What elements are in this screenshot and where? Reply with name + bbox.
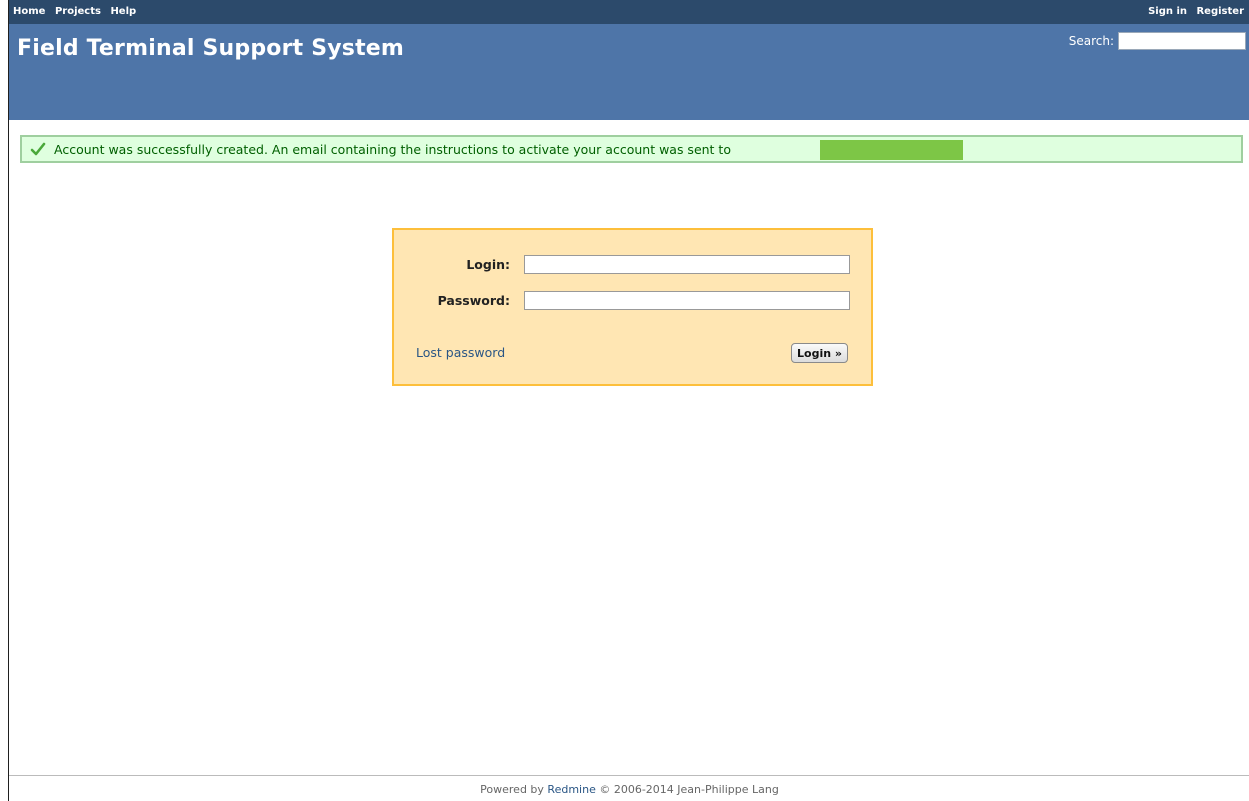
menu-projects-link[interactable]: Projects: [55, 6, 101, 17]
login-form: Login: Password: Lost password Login »: [392, 228, 873, 386]
search-input[interactable]: [1118, 32, 1246, 50]
menu-help-link[interactable]: Help: [110, 6, 136, 17]
header: Field Terminal Support System Search:: [9, 24, 1249, 120]
menu-home-link[interactable]: Home: [13, 6, 45, 17]
top-menu-left: Home Projects Help: [13, 6, 142, 17]
flash-message: Account was successfully created. An ema…: [54, 142, 731, 157]
password-input[interactable]: [524, 291, 850, 310]
redmine-link[interactable]: Redmine: [547, 783, 595, 796]
lost-password-link[interactable]: Lost password: [416, 345, 505, 360]
password-label: Password:: [437, 293, 510, 308]
top-menu: Home Projects Help Sign in Register: [9, 0, 1249, 24]
login-label: Login:: [466, 257, 510, 272]
register-link[interactable]: Register: [1196, 6, 1244, 17]
page-frame: Home Projects Help Sign in Register Fiel…: [8, 0, 1249, 801]
search-label: Search:: [1068, 34, 1114, 48]
footer: Powered by Redmine © 2006-2014 Jean-Phil…: [9, 775, 1249, 801]
quick-search: Search:: [1069, 32, 1246, 50]
account-menu: Sign in Register: [1142, 6, 1244, 17]
login-button[interactable]: Login »: [791, 343, 848, 363]
sign-in-link[interactable]: Sign in: [1148, 6, 1187, 17]
footer-copyright: © 2006-2014 Jean-Philippe Lang: [599, 783, 779, 796]
footer-prefix: Powered by: [480, 783, 544, 796]
site-title: Field Terminal Support System: [17, 36, 405, 61]
login-input[interactable]: [524, 255, 850, 274]
checkmark-icon: [30, 142, 46, 156]
redacted-email: [820, 140, 963, 160]
flash-notice: Account was successfully created. An ema…: [20, 135, 1243, 163]
